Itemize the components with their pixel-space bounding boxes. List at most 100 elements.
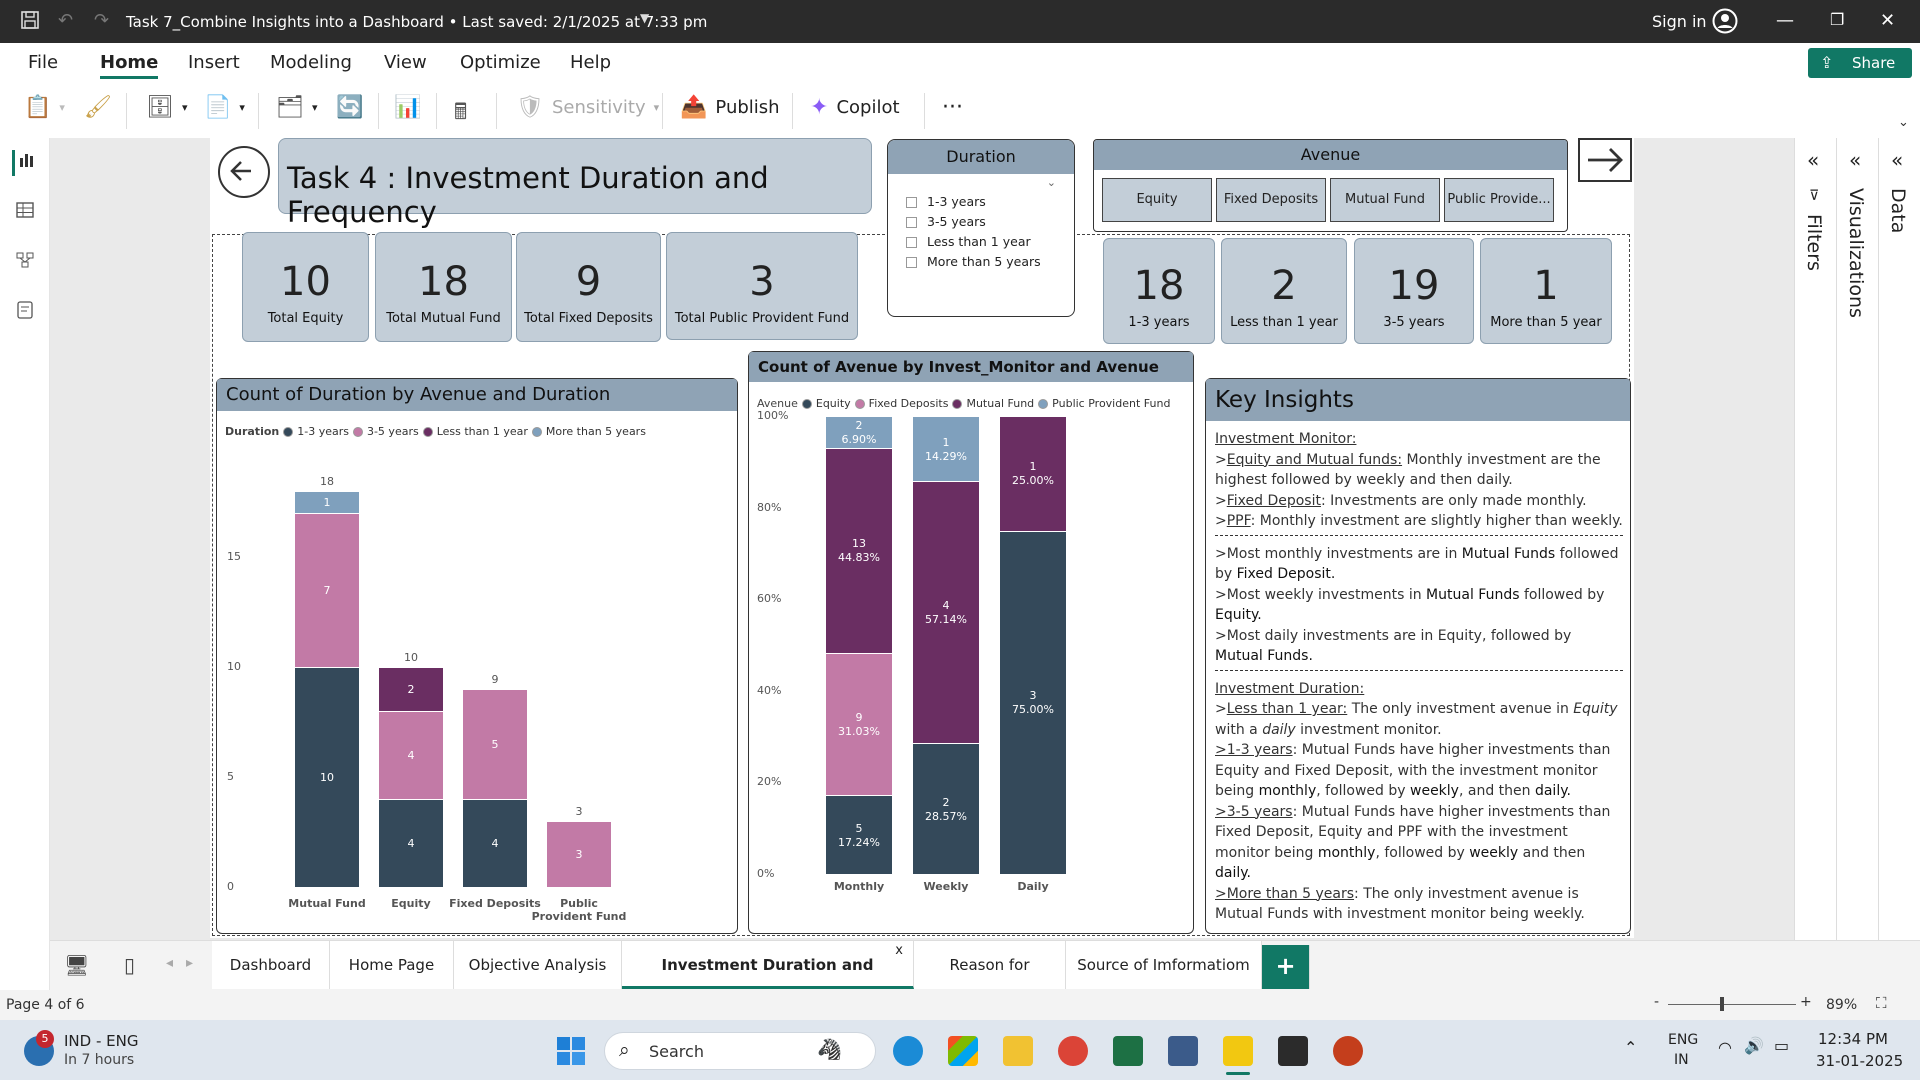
mobile-layout-icon[interactable]: ▯: [124, 953, 135, 977]
checkbox[interactable]: [906, 197, 917, 208]
transform-button[interactable]: 🗂 ▾: [276, 95, 317, 120]
new-visual-button[interactable]: 📊: [394, 95, 421, 120]
snipping-tool-icon[interactable]: [1168, 1036, 1198, 1066]
copilot-button[interactable]: ✦ Copilot: [810, 95, 900, 120]
clock-time[interactable]: 12:34 PM: [1818, 1030, 1888, 1048]
redo-icon[interactable]: ↷: [94, 10, 109, 31]
tabs-prev-icon[interactable]: ◂: [166, 955, 173, 971]
menu-insert[interactable]: Insert: [188, 52, 240, 73]
restore-icon[interactable]: ❐: [1830, 10, 1844, 29]
checkbox[interactable]: [906, 237, 917, 248]
bar-segment[interactable]: 3: [547, 821, 611, 887]
powerpoint-icon[interactable]: [1333, 1036, 1363, 1066]
bar-segment[interactable]: 9 31.03%: [826, 652, 892, 796]
slicer-option-3-5-years[interactable]: 3-5 years: [906, 212, 1041, 232]
bar-segment[interactable]: 7: [295, 513, 359, 667]
bar-segment[interactable]: 1: [295, 491, 359, 513]
filters-pane[interactable]: « ⊽ Filters: [1795, 138, 1837, 940]
tab-objective-analysis[interactable]: Objective Analysis: [454, 941, 622, 989]
report-view-icon[interactable]: [12, 150, 38, 176]
bar-segment[interactable]: 4: [379, 711, 443, 799]
tab-dashboard[interactable]: Dashboard: [212, 941, 330, 989]
bar-segment[interactable]: 1 25.00%: [1000, 416, 1066, 531]
close-tab-icon[interactable]: x: [895, 927, 903, 975]
more-options-button[interactable]: ···: [942, 95, 963, 120]
slicer-option-more-than-5-years[interactable]: More than 5 years: [906, 252, 1041, 272]
edge-icon[interactable]: [893, 1036, 923, 1066]
tab-reason-for-investment[interactable]: Reason for Investment: [914, 941, 1066, 1022]
expand-visualizations-icon[interactable]: «: [1849, 148, 1861, 172]
visualizations-pane[interactable]: « Visualizations: [1837, 138, 1879, 940]
title-dropdown-icon[interactable]: ▼: [640, 11, 649, 25]
model-view-icon[interactable]: [12, 250, 38, 276]
wifi-icon[interactable]: ◠: [1718, 1038, 1732, 1057]
bar-segment[interactable]: 3 75.00%: [1000, 530, 1066, 874]
dax-query-icon[interactable]: [12, 300, 38, 326]
bar-segment[interactable]: 10: [295, 667, 359, 887]
battery-icon[interactable]: ▭: [1774, 1036, 1789, 1055]
menu-optimize[interactable]: Optimize: [460, 52, 541, 73]
menu-modeling[interactable]: Modeling: [270, 52, 352, 73]
zoom-slider[interactable]: [1668, 1004, 1796, 1005]
next-arrow-button[interactable]: [1578, 138, 1632, 182]
back-arrow-button[interactable]: [218, 146, 270, 198]
store-icon[interactable]: [948, 1036, 978, 1066]
zoom-out-button[interactable]: -: [1654, 994, 1659, 1010]
bar-segment[interactable]: 4: [379, 799, 443, 887]
chrome-icon[interactable]: [1058, 1036, 1088, 1066]
minimize-icon[interactable]: —: [1776, 10, 1794, 31]
table-view-icon[interactable]: [12, 200, 38, 226]
excel-icon[interactable]: [1113, 1036, 1143, 1066]
file-explorer-icon[interactable]: [1003, 1036, 1033, 1066]
show-hidden-icons[interactable]: ⌃: [1624, 1038, 1637, 1057]
visualizations-label[interactable]: Visualizations: [1845, 188, 1867, 318]
account-icon[interactable]: [1712, 8, 1738, 39]
tab-home-page[interactable]: Home Page: [330, 941, 454, 989]
avenue-option-fixed-deposits[interactable]: Fixed Deposits: [1216, 178, 1326, 222]
undo-icon[interactable]: ↶: [58, 10, 73, 31]
weather-title[interactable]: IND - ENG: [64, 1032, 138, 1050]
avenue-option-equity[interactable]: Equity: [1102, 178, 1212, 222]
lang-1[interactable]: ENG: [1668, 1032, 1698, 1048]
bar-segment[interactable]: 5: [463, 689, 527, 799]
get-data-button[interactable]: 🗄 ▾: [146, 95, 187, 120]
menu-view[interactable]: View: [384, 52, 427, 73]
expand-data-icon[interactable]: «: [1891, 148, 1903, 172]
bar-segment[interactable]: 4: [463, 799, 527, 887]
zoom-slider-handle[interactable]: [1720, 997, 1724, 1011]
tab-source-of-information[interactable]: Source of Imformatiom: [1066, 941, 1262, 989]
new-report-button[interactable]: 📄 ▾: [204, 95, 245, 120]
bar-segment[interactable]: 13 44.83%: [826, 447, 892, 653]
bar-segment[interactable]: 5 17.24%: [826, 795, 892, 874]
data-pane[interactable]: « Data: [1879, 138, 1920, 940]
bar-segment[interactable]: 2 28.57%: [913, 743, 979, 874]
bar-segment[interactable]: 4 57.14%: [913, 481, 979, 744]
menu-file[interactable]: File: [28, 52, 58, 73]
checkbox[interactable]: [906, 257, 917, 268]
avenue-option-mutual-fund[interactable]: Mutual Fund: [1330, 178, 1440, 222]
terminal-icon[interactable]: [1278, 1036, 1308, 1066]
bar-segment[interactable]: 2 6.90%: [826, 416, 892, 448]
volume-icon[interactable]: 🔊: [1744, 1036, 1764, 1055]
paste-button[interactable]: 📋 ▾: [24, 95, 65, 120]
tab-investment-duration[interactable]: Investment Duration and Frequency x: [622, 941, 914, 1022]
publish-button[interactable]: 📤 Publish: [680, 95, 780, 120]
add-page-button[interactable]: +: [1262, 945, 1310, 989]
sensitivity-button[interactable]: 🛡 Sensitivity ▾: [516, 95, 659, 120]
avenue-option-ppf[interactable]: Public Provide...: [1444, 178, 1554, 222]
menu-help[interactable]: Help: [570, 52, 611, 73]
refresh-button[interactable]: 🔄: [336, 95, 363, 120]
slicer-option-1-3-years[interactable]: 1-3 years: [906, 192, 1041, 212]
ribbon-collapse-icon[interactable]: ⌄: [1898, 115, 1909, 130]
calculation-button[interactable]: 🖩: [454, 95, 467, 133]
tabs-next-icon[interactable]: ▸: [186, 955, 193, 971]
fit-to-page-icon[interactable]: ⛶: [1876, 994, 1887, 1012]
save-icon[interactable]: [20, 10, 40, 35]
menu-home[interactable]: Home: [100, 52, 159, 79]
taskbar-search[interactable]: ⌕ Search 🦓: [604, 1032, 876, 1070]
bar-segment[interactable]: 1 14.29%: [913, 416, 979, 482]
slicer-option-less-than-1-year[interactable]: Less than 1 year: [906, 232, 1041, 252]
slicer-chevron-icon[interactable]: ⌄: [1047, 176, 1056, 189]
desktop-layout-icon[interactable]: 🖥: [64, 953, 89, 977]
checkbox[interactable]: [906, 217, 917, 228]
